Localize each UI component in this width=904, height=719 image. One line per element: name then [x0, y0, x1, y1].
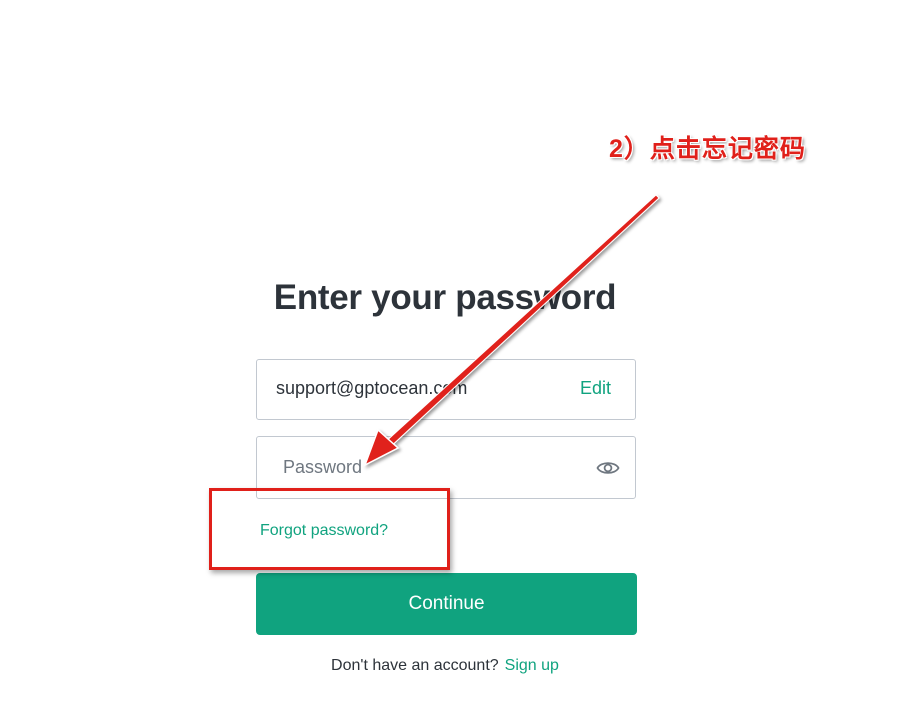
signup-prompt: Don't have an account? Sign up — [0, 657, 890, 675]
signup-link[interactable]: Sign up — [505, 657, 559, 674]
email-field: support@gptocean.com Edit — [256, 359, 636, 420]
page-title: Enter your password — [273, 278, 617, 317]
annotation-highlight-box — [209, 488, 450, 570]
annotation-label: 2）点击忘记密码 — [609, 135, 806, 163]
email-value: support@gptocean.com — [276, 378, 468, 398]
no-account-text: Don't have an account? — [331, 657, 499, 674]
eye-icon[interactable] — [595, 456, 621, 480]
edit-email-link[interactable]: Edit — [580, 378, 611, 399]
continue-button[interactable]: Continue — [256, 573, 637, 635]
